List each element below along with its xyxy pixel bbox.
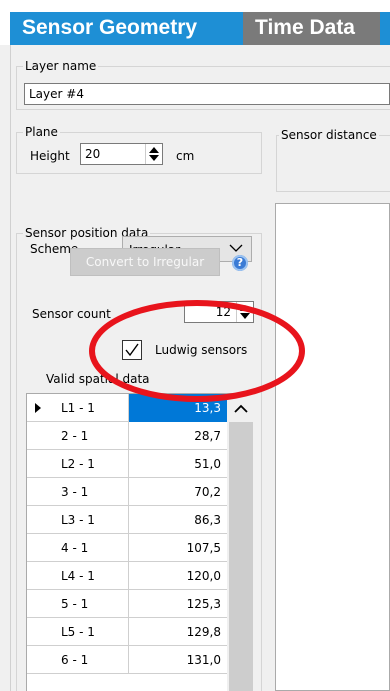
tab-overflow[interactable] xyxy=(380,12,390,45)
table-row[interactable]: 5 - 1 125,3 xyxy=(27,590,227,618)
table-row[interactable]: L1 - 1 13,3 xyxy=(27,394,227,422)
tab-bar: Sensor Geometry Time Data xyxy=(0,0,390,45)
sensor-name-cell[interactable]: L1 - 1 xyxy=(53,394,129,422)
sensor-count-label: Sensor count xyxy=(32,307,111,321)
row-header[interactable] xyxy=(27,534,53,562)
scrollbar-thumb[interactable] xyxy=(229,422,253,691)
sensor-name-cell[interactable]: 4 - 1 xyxy=(53,534,129,562)
scroll-up-icon[interactable] xyxy=(234,402,248,418)
row-header[interactable] xyxy=(27,562,53,590)
spin-up-icon[interactable] xyxy=(149,147,159,153)
distance-cell[interactable]: 129,8 xyxy=(129,618,227,646)
spin-down-icon[interactable] xyxy=(149,155,159,161)
help-icon[interactable]: ? xyxy=(232,255,248,271)
distance-cell[interactable]: 13,3 xyxy=(129,394,227,422)
sensor-count-value: 12 xyxy=(215,305,231,319)
sensor-count-input[interactable]: 12 xyxy=(184,301,254,323)
distance-cell[interactable]: 131,0 xyxy=(129,646,227,674)
table-row[interactable]: 2 - 1 28,7 xyxy=(27,422,227,450)
row-header[interactable] xyxy=(27,450,53,478)
height-input[interactable]: 20 xyxy=(80,143,163,165)
spin-down-icon[interactable] xyxy=(240,313,250,319)
ludwig-sensors-checkbox[interactable] xyxy=(122,340,142,360)
layer-name-legend: Layer name xyxy=(23,59,99,73)
distance-cell[interactable]: 107,5 xyxy=(129,534,227,562)
height-value: 20 xyxy=(85,147,101,161)
table-row[interactable]: L4 - 1 120,0 xyxy=(27,562,227,590)
ludwig-sensors-label[interactable]: Ludwig sensors xyxy=(155,343,247,357)
distance-cell[interactable]: 86,3 xyxy=(129,506,227,534)
distance-cell[interactable]: 120,0 xyxy=(129,562,227,590)
distance-cell[interactable]: 70,2 xyxy=(129,478,227,506)
spin-up-icon[interactable] xyxy=(240,305,250,311)
sensor-name-cell[interactable]: L5 - 1 xyxy=(53,618,129,646)
tab-time-data[interactable]: Time Data xyxy=(243,12,380,45)
sensor-name-cell[interactable]: 3 - 1 xyxy=(53,478,129,506)
row-header[interactable] xyxy=(27,646,53,674)
table-row[interactable]: 6 - 1 131,0 xyxy=(27,646,227,674)
grid-scrollbar[interactable] xyxy=(227,394,255,691)
table-row[interactable]: 4 - 1 107,5 xyxy=(27,534,227,562)
valid-spatial-data-label: Valid spatial data xyxy=(46,372,150,386)
plane-legend: Plane xyxy=(23,125,60,139)
distance-cell[interactable]: 28,7 xyxy=(129,422,227,450)
height-spinner[interactable] xyxy=(145,144,162,164)
layer-name-input[interactable]: Layer #4 xyxy=(24,83,390,105)
panel-divider xyxy=(10,45,11,691)
sensor-count-spinner[interactable] xyxy=(236,302,253,322)
convert-to-irregular-button[interactable]: Convert to Irregular xyxy=(70,248,220,276)
row-header[interactable] xyxy=(27,506,53,534)
table-row[interactable]: L3 - 1 86,3 xyxy=(27,506,227,534)
table-row[interactable]: 3 - 1 70,2 xyxy=(27,478,227,506)
sensor-distance-legend: Sensor distance xyxy=(279,128,379,142)
checkmark-icon xyxy=(125,343,139,357)
sensor-name-cell[interactable]: L2 - 1 xyxy=(53,450,129,478)
row-header[interactable] xyxy=(27,422,53,450)
tab-sensor-geometry[interactable]: Sensor Geometry xyxy=(10,12,243,45)
sensor-name-cell[interactable]: 6 - 1 xyxy=(53,646,129,674)
sensor-distance-group: Sensor distance xyxy=(276,128,390,192)
height-unit: cm xyxy=(176,149,195,163)
distance-cell[interactable]: 125,3 xyxy=(129,590,227,618)
sensor-name-cell[interactable]: L4 - 1 xyxy=(53,562,129,590)
row-header[interactable] xyxy=(27,394,53,422)
row-header[interactable] xyxy=(27,618,53,646)
sensor-name-cell[interactable]: 5 - 1 xyxy=(53,590,129,618)
row-header[interactable] xyxy=(27,478,53,506)
distance-cell[interactable]: 51,0 xyxy=(129,450,227,478)
row-header[interactable] xyxy=(27,590,53,618)
sensor-name-cell[interactable]: 2 - 1 xyxy=(53,422,129,450)
table-row[interactable]: L5 - 1 129,8 xyxy=(27,618,227,646)
spatial-data-grid: L1 - 1 13,3 2 - 1 28,7 L2 - 1 51,0 3 - 1… xyxy=(26,393,255,691)
table-row[interactable]: L2 - 1 51,0 xyxy=(27,450,227,478)
row-pointer-icon xyxy=(35,403,41,413)
sensor-name-cell[interactable]: L3 - 1 xyxy=(53,506,129,534)
sensor-plot-canvas xyxy=(275,203,390,691)
height-label: Height xyxy=(30,149,70,163)
